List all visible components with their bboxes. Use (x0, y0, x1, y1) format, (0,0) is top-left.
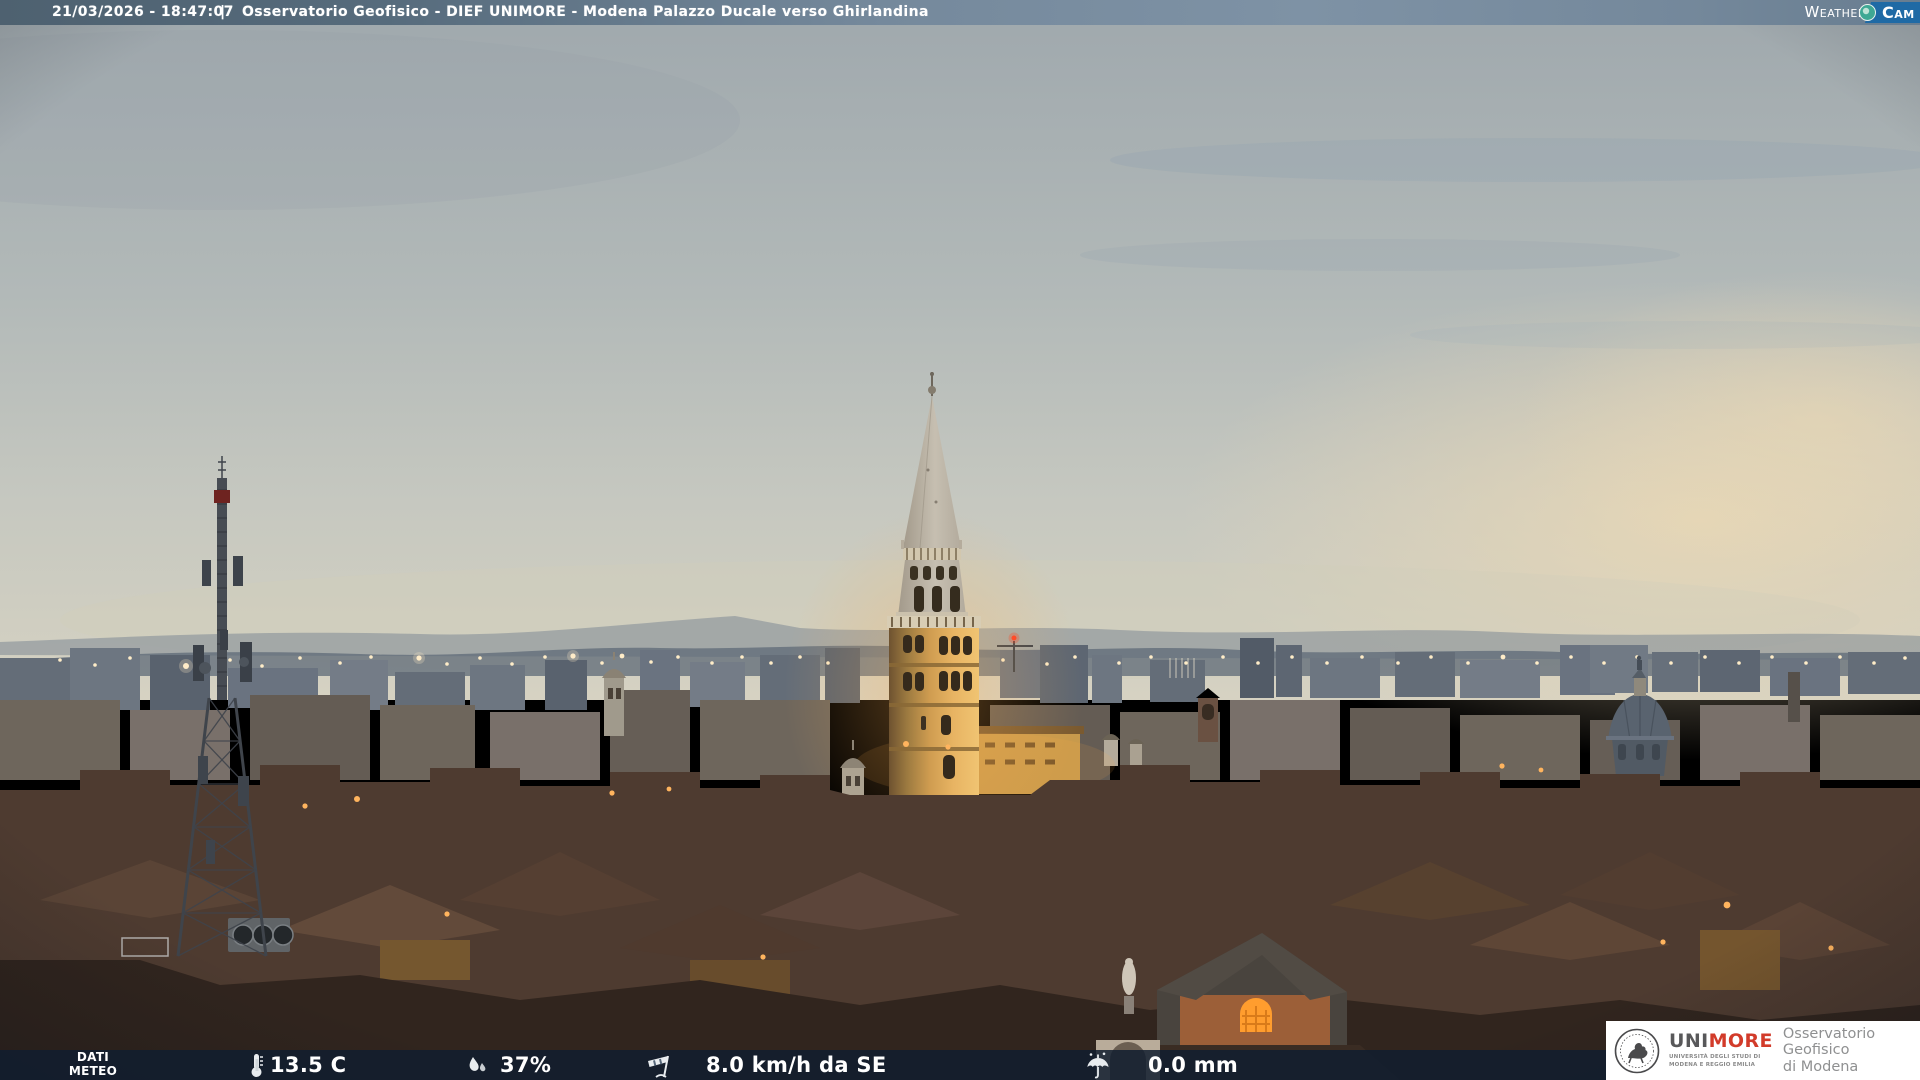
page-title: Osservatorio Geofisico - DIEF UNIMORE - … (242, 4, 929, 20)
separator: | (220, 4, 226, 20)
unimore-branding[interactable]: UNIMORE UNIVERSITÀ DEGLI STUDI DI MODENA… (1606, 1021, 1920, 1080)
weathercam-cam-label: Cam (1882, 3, 1915, 22)
wind-value: 8.0 km/h da SE (706, 1053, 887, 1077)
unimore-subtitle-line2: MODENA E REGGIO EMILIA (1669, 1061, 1756, 1068)
thermometer-icon (246, 1050, 266, 1080)
top-bar: 21/03/2026 - 18:47:07 | Osservatorio Geo… (0, 0, 1920, 25)
dati-meteo-label: DATI METEO (58, 1050, 128, 1080)
camera-lens-icon (1859, 4, 1876, 21)
unimore-wordmark: UNIMORE UNIVERSITÀ DEGLI STUDI DI MODENA… (1669, 1032, 1773, 1068)
unimore-more-text: MORE (1708, 1030, 1773, 1053)
humidity-value: 37% (500, 1053, 552, 1077)
umbrella-icon (1084, 1050, 1112, 1080)
datetime-label: 21/03/2026 - 18:47:07 (52, 4, 234, 20)
observatory-line2: di Modena (1782, 1058, 1859, 1075)
rain-value: 0.0 mm (1148, 1053, 1239, 1077)
dati-label-line1: DATI (76, 1050, 110, 1065)
dati-label-line2: METEO (68, 1064, 118, 1078)
weathercam-weather-label: Weather (1804, 3, 1866, 21)
humidity-drops-icon (464, 1050, 490, 1080)
weathercam-logo[interactable]: Weather Cam (1804, 0, 1920, 25)
unimore-subtitle-line1: UNIVERSITÀ DEGLI STUDI DI (1669, 1054, 1761, 1061)
webcam-page: 21/03/2026 - 18:47:07 | Osservatorio Geo… (0, 0, 1920, 1080)
webcam-photo (0, 0, 1920, 1080)
windsock-icon (642, 1050, 676, 1080)
unimore-seal-icon (1614, 1028, 1660, 1073)
observatory-line1: Osservatorio Geofisico (1782, 1026, 1876, 1059)
temperature-value: 13.5 C (270, 1053, 347, 1077)
observatory-label: Osservatorio Geofisico di Modena (1783, 1026, 1920, 1075)
weathercam-banner: Cam (1859, 2, 1920, 23)
unimore-uni-text: UNI (1669, 1030, 1709, 1053)
vignette (0, 0, 1920, 1080)
